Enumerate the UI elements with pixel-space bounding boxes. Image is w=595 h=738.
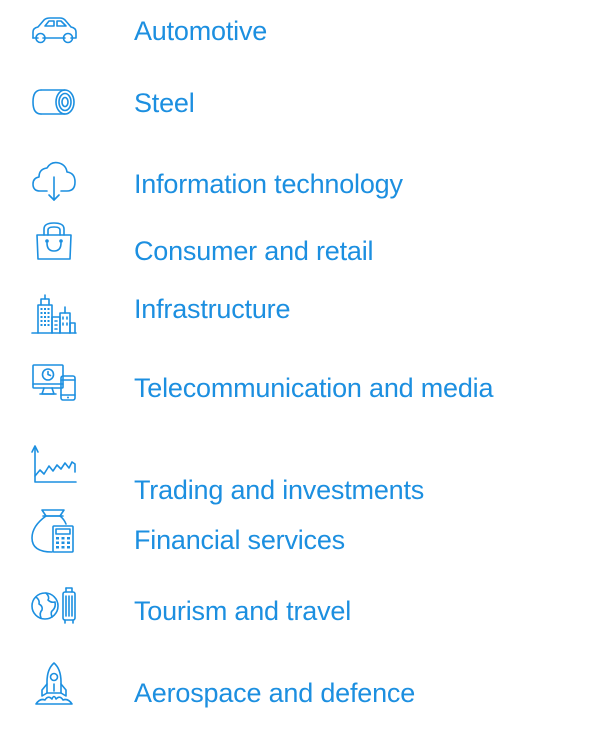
shopping-bag-icon	[30, 219, 78, 267]
industry-label: Consumer and retail	[134, 236, 374, 266]
industry-list: Automotive Steel Information technology	[0, 0, 595, 738]
industry-item-trading-and-investments: Trading and investments	[0, 439, 595, 505]
industry-label: Financial services	[134, 525, 345, 555]
money-bag-calculator-icon	[30, 506, 78, 554]
industry-item-automotive: Automotive	[0, 2, 595, 62]
industry-item-infrastructure: Infrastructure	[0, 290, 595, 350]
industry-label: Tourism and travel	[134, 596, 351, 626]
industry-label: Infrastructure	[134, 294, 291, 324]
rocket-icon	[30, 660, 78, 708]
industry-item-steel: Steel	[0, 75, 595, 135]
industry-item-information-technology: Information technology	[0, 152, 595, 212]
industry-label: Information technology	[134, 169, 403, 199]
city-buildings-icon	[30, 291, 78, 339]
industry-item-consumer-and-retail: Consumer and retail	[0, 218, 595, 278]
cloud-download-icon	[30, 157, 78, 205]
industry-label: Steel	[134, 88, 195, 118]
steel-coil-icon	[30, 78, 78, 126]
globe-luggage-icon	[30, 582, 78, 630]
industry-item-aerospace-and-defence: Aerospace and defence	[0, 660, 595, 720]
industry-label: Automotive	[134, 16, 268, 46]
stock-chart-icon	[30, 440, 78, 488]
industry-item-telecommunication-and-media: Telecommunication and media	[0, 360, 595, 420]
industry-item-financial-services: Financial services	[0, 500, 595, 560]
industry-label: Telecommunication and media	[134, 373, 494, 403]
monitor-phone-icon	[30, 362, 78, 410]
car-icon	[30, 8, 78, 56]
industry-label: Aerospace and defence	[134, 678, 416, 708]
industry-item-tourism-and-travel: Tourism and travel	[0, 579, 595, 639]
